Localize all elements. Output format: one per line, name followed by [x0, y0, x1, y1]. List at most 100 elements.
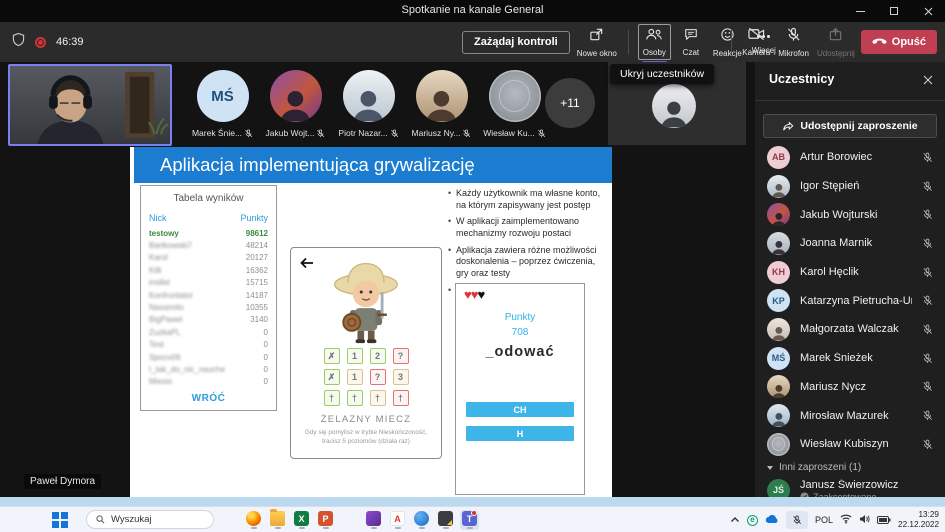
running-indicator	[275, 527, 281, 529]
minimize-button[interactable]	[843, 0, 877, 22]
taskbar-app-icon[interactable]	[412, 510, 431, 530]
item-description: Gdy się pomylisz w trybie Nieskończoność…	[297, 429, 435, 446]
participant-name: Wiesław Ku...	[483, 128, 535, 138]
more-participants-tile[interactable]: +11	[545, 78, 595, 128]
start-button[interactable]	[52, 512, 68, 528]
participant-row[interactable]: MŚ Marek Śnieżek	[755, 344, 945, 373]
participant-name: Mirosław Mazurek	[800, 410, 912, 422]
chat-button[interactable]: Czat	[676, 27, 706, 57]
participant-name: Artur Borowiec	[800, 151, 912, 163]
people-button[interactable]: Osoby	[638, 24, 671, 60]
volume-icon[interactable]	[859, 511, 870, 529]
mic-off-icon	[244, 129, 253, 138]
meeting-stage: MŚ Marek Śnie...	[0, 62, 755, 497]
item-slot: †	[347, 390, 363, 406]
mic-off-icon	[390, 129, 399, 138]
onedrive-icon[interactable]	[765, 511, 779, 529]
participant-thumbnail[interactable]: Piotr Nazar...	[332, 70, 405, 138]
avatar: KP	[767, 289, 790, 312]
item-slot: ✗	[324, 369, 340, 385]
battery-icon[interactable]	[877, 511, 891, 529]
taskbar-app-icon[interactable]: P	[316, 510, 335, 530]
participant-row[interactable]: Mirosław Mazurek	[755, 401, 945, 430]
system-tray: e POL 13:29 22.12.2022	[730, 507, 939, 532]
presenter-name-label: Paweł Dymora	[24, 474, 101, 489]
camera-button[interactable]: Kamera	[740, 27, 772, 57]
taskbar-app-icon[interactable]	[244, 510, 263, 530]
panel-title: Uczestnicy	[769, 72, 834, 86]
taskbar-clock[interactable]: 13:29 22.12.2022	[898, 510, 939, 531]
toolbar-divider	[628, 30, 629, 54]
item-slot: ?	[370, 369, 386, 385]
tray-mic-muted-icon[interactable]	[786, 511, 808, 529]
participant-name: Janusz Świerzowicz	[800, 479, 933, 491]
maximize-button[interactable]	[877, 0, 911, 22]
share-button[interactable]: Udostępnij	[815, 27, 857, 58]
participant-row[interactable]: Wiesław Kubiszyn	[755, 430, 945, 459]
avatar	[270, 70, 322, 122]
self-video-feed	[10, 66, 170, 144]
request-control-button[interactable]: Zażądaj kontroli	[462, 31, 570, 54]
participant-thumbnail[interactable]: Wiesław Ku...	[478, 70, 551, 138]
table-row: testowy 98612	[141, 227, 276, 239]
wifi-icon[interactable]	[840, 511, 852, 529]
new-window-button[interactable]: Nowe okno	[575, 27, 619, 58]
avatar	[767, 375, 790, 398]
participant-row[interactable]: JŚ Janusz Świerzowicz Zaakceptowane	[755, 477, 945, 497]
participant-row[interactable]: AB Artur Borowiec	[755, 143, 945, 172]
participant-thumbnail-avatar[interactable]	[652, 84, 696, 128]
taskbar-app-icon[interactable]	[268, 510, 287, 530]
participant-row[interactable]: Małgorzata Walczak	[755, 315, 945, 344]
others-invited-header[interactable]: Inni zaproszeni (1)	[755, 459, 945, 477]
participant-row[interactable]: Igor Stępień	[755, 172, 945, 201]
taskbar-app-icon[interactable]: X	[292, 510, 311, 530]
nick-cell: Miesio	[149, 377, 172, 386]
self-video-tile[interactable]	[8, 64, 172, 146]
avatar: MŚ	[767, 347, 790, 370]
tray-chevron-icon[interactable]	[730, 511, 740, 529]
taskbar-app-icon[interactable]: T	[460, 510, 479, 530]
participant-thumbnail[interactable]: Jakub Wojt...	[259, 70, 332, 138]
taskbar-search[interactable]: Wyszukaj	[86, 510, 214, 529]
table-row: Konfrontator 14187	[141, 289, 276, 301]
language-indicator[interactable]: POL	[815, 515, 833, 525]
nick-cell: testowy	[149, 229, 179, 238]
participant-name: Wiesław Kubiszyn	[800, 438, 912, 450]
participant-row[interactable]: Jakub Wojturski	[755, 200, 945, 229]
microphone-button[interactable]: Mikrofon	[776, 27, 811, 58]
points-cell: 3140	[250, 315, 268, 324]
participant-row[interactable]: Joanna Marnik	[755, 229, 945, 258]
participant-name: Igor Stępień	[800, 180, 912, 192]
item-slot: 1	[347, 369, 363, 385]
bullet-item: Każdy użytkownik ma własne konto, na któ…	[448, 188, 610, 211]
tray-e-icon[interactable]: e	[747, 515, 758, 526]
taskbar-app-icon[interactable]	[436, 510, 455, 530]
close-button[interactable]	[911, 0, 945, 22]
participant-name: Mariusz Nycz	[800, 381, 912, 393]
participant-thumbnail[interactable]: Mariusz Ny...	[405, 70, 478, 138]
participant-row[interactable]: KP Katarzyna Pietrucha-Urbanik	[755, 286, 945, 315]
bullet-item: W aplikacji zaimplementowano mechanizmy …	[448, 216, 610, 239]
taskbar-app-icon[interactable]: A	[388, 510, 407, 530]
avatar	[767, 404, 790, 427]
points-cell: 48214	[246, 241, 268, 250]
close-panel-icon[interactable]	[923, 72, 933, 90]
item-slot: ?	[393, 348, 409, 364]
participant-row[interactable]: KH Karol Hęclik	[755, 258, 945, 287]
points-value: 708	[456, 327, 584, 338]
nick-cell: Spoco06	[149, 353, 181, 362]
nick-cell: Konfrontator	[149, 291, 193, 300]
share-invite-button[interactable]: Udostępnij zaproszenie	[763, 114, 937, 138]
mic-off-icon	[922, 238, 933, 249]
points-cell: 14187	[246, 291, 268, 300]
leave-button[interactable]: Opuść	[861, 30, 937, 54]
mic-off-icon	[922, 267, 933, 278]
participant-thumbnail[interactable]: MŚ Marek Śnie...	[186, 70, 259, 138]
mic-off-icon	[922, 295, 933, 306]
participant-name: Karol Hęclik	[800, 266, 912, 278]
heart-icon: ♥	[464, 287, 471, 302]
item-slot: †	[393, 390, 409, 406]
taskbar-app-icon[interactable]	[364, 510, 383, 530]
table-row: iriollet 15715	[141, 277, 276, 289]
participant-row[interactable]: Mariusz Nycz	[755, 373, 945, 402]
